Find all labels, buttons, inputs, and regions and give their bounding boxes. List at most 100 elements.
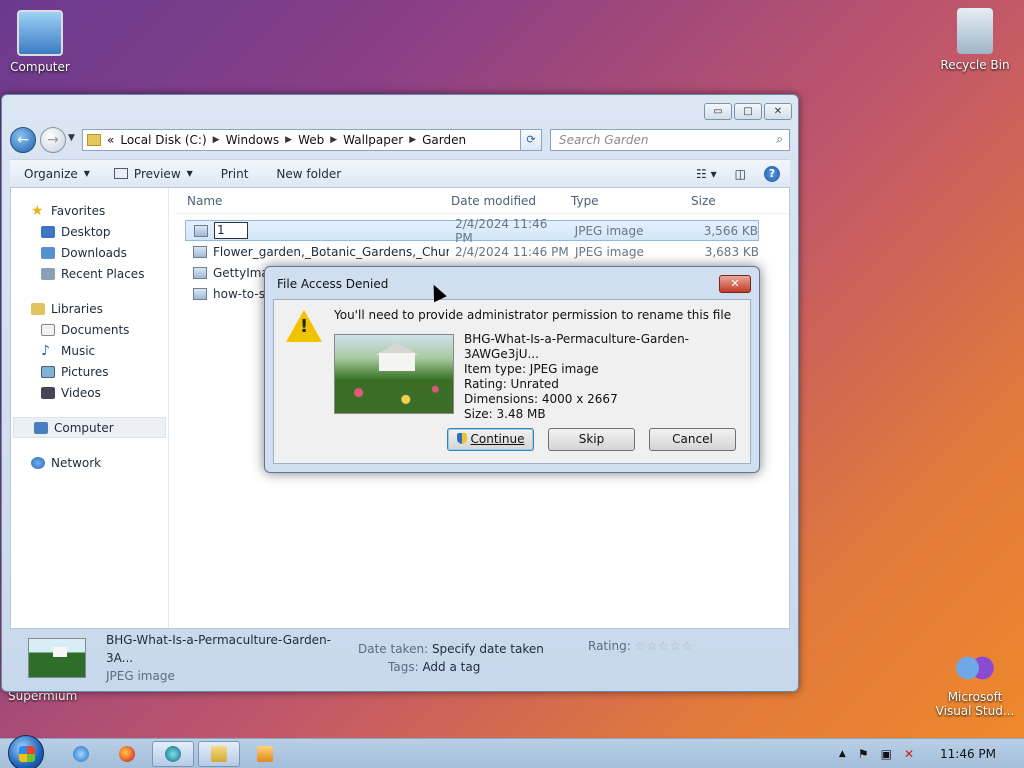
taskbar-windows-explorer[interactable]	[198, 741, 240, 767]
print-button[interactable]: Print	[221, 167, 249, 181]
file-date: 2/4/2024 11:46 PM	[455, 216, 548, 245]
computer-icon	[17, 10, 63, 56]
file-name: Flower_garden,_Botanic_Gardens,_Churc...	[213, 244, 449, 259]
continue-button[interactable]: Continue	[447, 428, 534, 451]
file-type: JPEG image	[574, 223, 644, 238]
address-bar[interactable]: « Local Disk (C:) ▶ Windows ▶ Web ▶ Wall…	[82, 129, 542, 151]
file-access-denied-dialog: File Access Denied ✕ ! You'll need to pr…	[264, 266, 760, 473]
libraries-icon	[31, 302, 45, 315]
window-controls: ▭ □ ✕	[704, 103, 792, 120]
media-player-icon	[257, 746, 273, 762]
search-input[interactable]: Search Garden ⌕	[550, 129, 790, 151]
sidebar-item-pictures[interactable]: Pictures	[11, 361, 168, 382]
recent-pages-dropdown[interactable]: ▼	[68, 133, 75, 143]
date-taken-label: Date taken:	[358, 642, 429, 656]
cancel-button[interactable]: Cancel	[649, 428, 736, 451]
breadcrumb-garden[interactable]: Garden	[422, 133, 466, 147]
close-button[interactable]: ✕	[764, 103, 792, 120]
visual-studio-icon	[950, 650, 1000, 686]
breadcrumb-wallpaper[interactable]: Wallpaper	[343, 133, 403, 147]
recent-places-icon	[41, 267, 55, 280]
chevron-down-icon: ▼	[186, 169, 193, 178]
date-taken-value[interactable]: Specify date taken	[432, 642, 544, 656]
back-button[interactable]: ←	[10, 127, 36, 153]
sidebar-item-documents[interactable]: Documents	[11, 319, 168, 340]
desktop-icon-recycle-bin[interactable]: Recycle Bin	[935, 8, 1015, 72]
file-thumbnail	[28, 638, 86, 678]
sidebar-item-label: Downloads	[61, 245, 127, 260]
windows-logo-icon	[19, 746, 35, 762]
rename-textbox[interactable]: 1	[214, 222, 248, 239]
action-center-flag-icon[interactable]: ⚑	[858, 747, 869, 761]
breadcrumb-local-disk[interactable]: Local Disk (C:)	[120, 133, 206, 147]
column-header-type[interactable]: Type	[559, 194, 679, 208]
details-pane: BHG-What-Is-a-Permaculture-Garden-3A... …	[10, 631, 790, 685]
help-icon[interactable]: ?	[764, 165, 780, 182]
new-folder-button[interactable]: New folder	[276, 167, 341, 181]
sidebar-item-recent-places[interactable]: Recent Places	[11, 263, 168, 284]
skip-button[interactable]: Skip	[548, 428, 635, 451]
breadcrumb-web[interactable]: Web	[298, 133, 324, 147]
minimize-button[interactable]: ▭	[704, 103, 732, 120]
chevron-down-icon: ▼	[83, 169, 90, 178]
preview-icon	[113, 168, 128, 179]
organize-button[interactable]: Organize ▼	[24, 167, 90, 181]
dialog-close-button[interactable]: ✕	[719, 275, 751, 293]
search-icon[interactable]: ⌕	[776, 132, 783, 147]
show-hidden-icons-icon[interactable]: ▲	[839, 749, 846, 759]
tags-value[interactable]: Add a tag	[422, 660, 480, 674]
sidebar-item-desktop[interactable]: Desktop	[11, 221, 168, 242]
taskbar-media-player[interactable]	[244, 741, 286, 767]
chevron-right-icon[interactable]: ▶	[409, 135, 416, 145]
taskbar-internet-explorer[interactable]	[60, 741, 102, 767]
file-size: 3,683 KB	[704, 244, 759, 259]
details-filename: BHG-What-Is-a-Permaculture-Garden-3A...	[106, 633, 331, 665]
start-button[interactable]	[8, 735, 44, 768]
refresh-button[interactable]: ⟳	[520, 129, 542, 151]
file-date: 2/4/2024 11:46 PM	[455, 244, 569, 259]
sidebar-item-videos[interactable]: Videos	[11, 382, 168, 403]
clock[interactable]: 11:46 PM	[940, 747, 996, 761]
column-header-date-modified[interactable]: Date modified	[439, 194, 559, 208]
sidebar-item-downloads[interactable]: Downloads	[11, 242, 168, 263]
sidebar-item-label: Music	[61, 343, 96, 358]
chevron-right-icon[interactable]: ▶	[330, 135, 337, 145]
forward-button[interactable]: →	[40, 127, 66, 153]
jpeg-file-icon	[193, 287, 207, 300]
file-row[interactable]: 1 2/4/2024 11:46 PM JPEG image 3,566 KB	[185, 217, 759, 245]
taskbar-supermium[interactable]	[152, 741, 194, 767]
desktop-icon-visual-studio[interactable]: Microsoft Visual Stud...	[935, 650, 1015, 718]
skip-label: Skip	[578, 432, 605, 446]
desktop-icon-computer[interactable]: Computer	[0, 10, 80, 74]
change-view-icon[interactable]: ☷ ▾	[696, 167, 717, 181]
rating-label: Rating:	[588, 639, 631, 653]
maximize-button[interactable]: □	[734, 103, 762, 120]
sidebar-item-libraries[interactable]: Libraries	[11, 298, 168, 319]
file-info: BHG-What-Is-a-Permaculture-Garden-3AWGe3…	[464, 332, 750, 422]
file-info-name: BHG-What-Is-a-Permaculture-Garden-3AWGe3…	[464, 332, 689, 361]
chevron-right-icon[interactable]: ▶	[285, 135, 292, 145]
preview-pane-icon[interactable]: ◫	[735, 167, 746, 181]
videos-icon	[41, 386, 55, 399]
documents-icon	[41, 323, 55, 336]
sidebar-item-computer[interactable]: Computer	[13, 417, 166, 438]
music-icon: ♪	[41, 342, 50, 359]
column-header-name[interactable]: Name	[175, 194, 439, 208]
rating-stars[interactable]: ☆☆☆☆☆	[635, 639, 694, 653]
breadcrumb-overflow[interactable]: «	[107, 133, 114, 147]
taskbar-firefox[interactable]	[106, 741, 148, 767]
file-type: JPEG image	[575, 244, 644, 259]
column-header-size[interactable]: Size	[679, 194, 749, 208]
sidebar-item-favorites[interactable]: ★ Favorites	[11, 200, 168, 221]
chevron-right-icon[interactable]: ▶	[213, 135, 220, 145]
desktop-icon-label: Recycle Bin	[940, 58, 1010, 72]
preview-button[interactable]: Preview ▼	[113, 167, 193, 181]
file-row[interactable]: Flower_garden,_Botanic_Gardens,_Churc...…	[185, 241, 759, 262]
volume-muted-icon[interactable]: ✕	[904, 747, 914, 761]
breadcrumb-windows[interactable]: Windows	[226, 133, 280, 147]
network-status-icon[interactable]: ▣	[881, 747, 892, 761]
sidebar-item-network[interactable]: Network	[11, 452, 168, 473]
sidebar-item-music[interactable]: ♪ Music	[11, 340, 168, 361]
sidebar-item-label: Documents	[61, 322, 130, 337]
recycle-bin-icon	[957, 8, 993, 54]
